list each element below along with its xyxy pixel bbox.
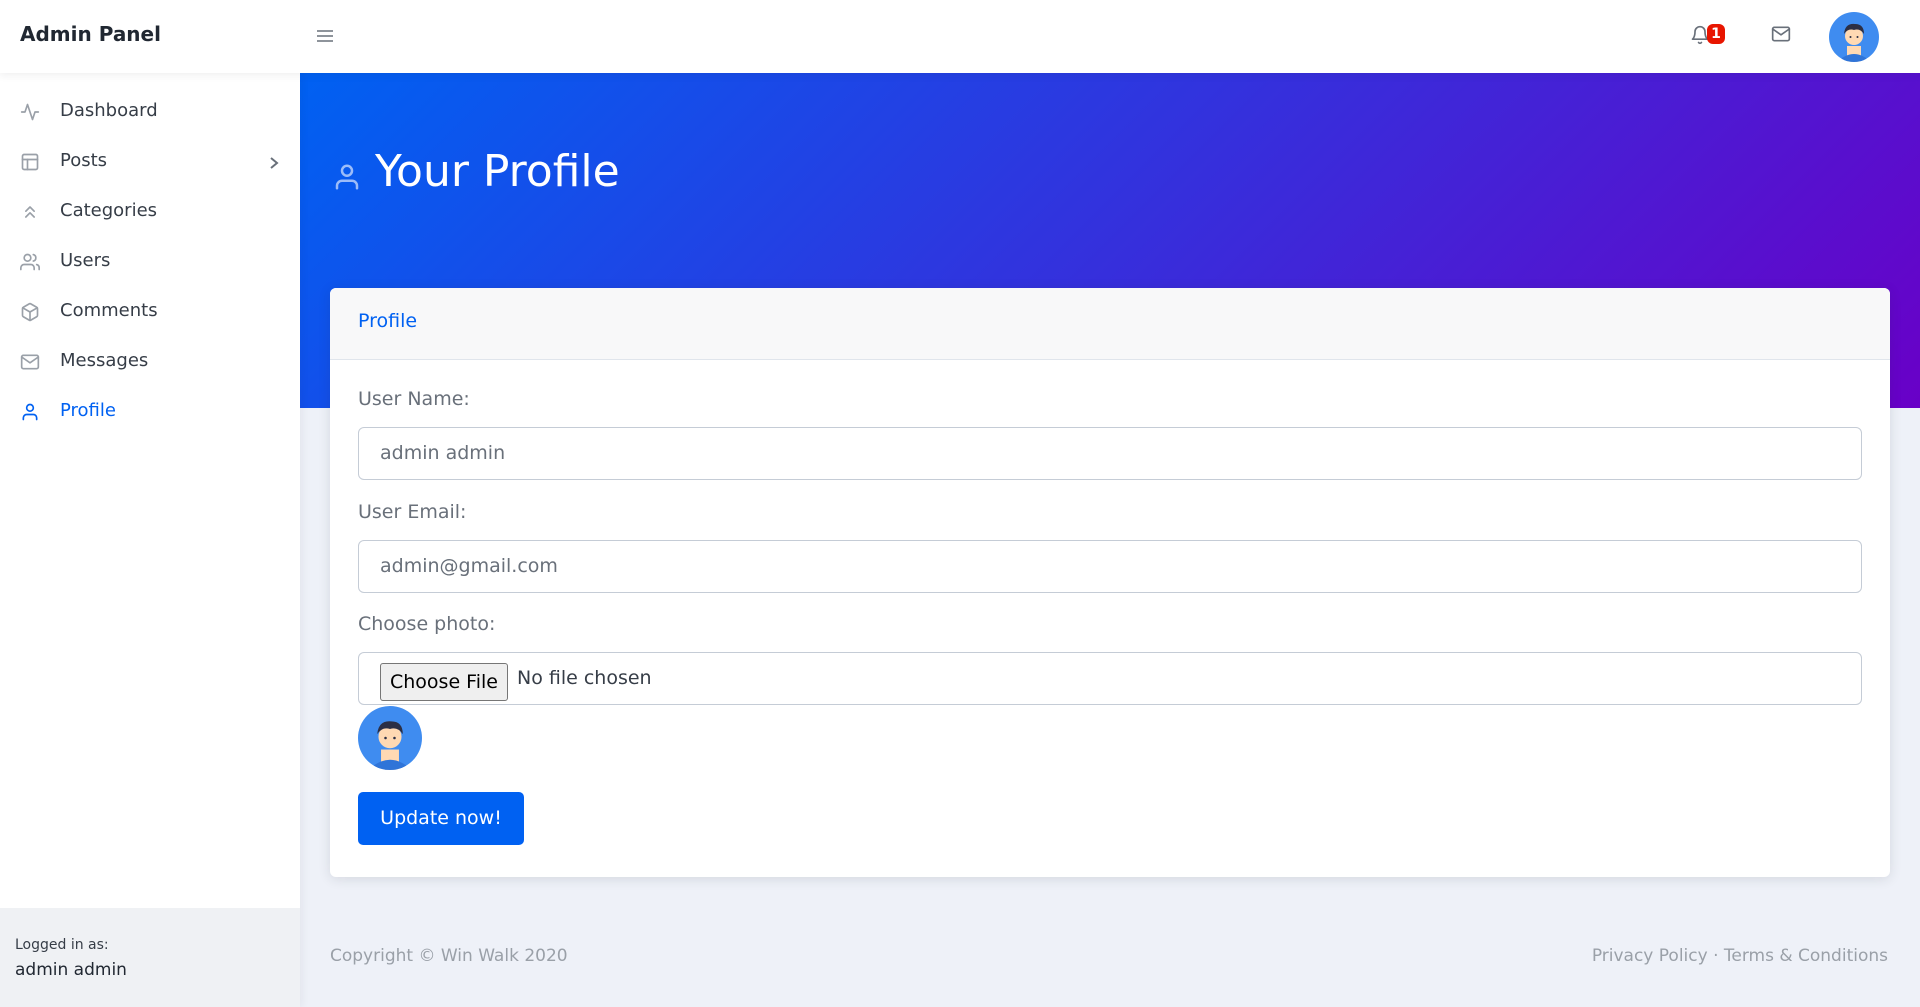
sidebar-item-label: Messages <box>60 350 149 371</box>
sidebar-item-label: Comments <box>60 300 158 321</box>
file-status: No file chosen <box>517 667 652 689</box>
logged-in-user: admin admin <box>15 960 127 980</box>
user-avatar[interactable] <box>1829 12 1879 62</box>
photo-file-input[interactable]: Choose File No file chosen <box>358 652 1862 705</box>
users-icon <box>20 252 41 272</box>
sidebar-item-posts[interactable]: Posts <box>0 141 300 181</box>
sidebar: Dashboard Posts Categories Users Comment… <box>0 73 300 1007</box>
copyright: Copyright © Win Walk 2020 <box>330 946 568 966</box>
page-title: Your Profile <box>375 146 620 197</box>
sidebar-item-comments[interactable]: Comments <box>0 291 300 331</box>
mail-icon[interactable] <box>1771 24 1791 48</box>
sidebar-item-categories[interactable]: Categories <box>0 191 300 231</box>
profile-card: Profile User Name: admin admin User Emai… <box>330 288 1890 877</box>
package-icon <box>20 302 40 322</box>
logged-in-label: Logged in as: <box>15 937 109 953</box>
sidebar-item-messages[interactable]: Messages <box>0 341 300 381</box>
sidebar-item-label: Dashboard <box>60 100 158 121</box>
card-title: Profile <box>358 310 418 332</box>
sidebar-item-label: Users <box>60 250 111 271</box>
sidebar-item-users[interactable]: Users <box>0 241 300 281</box>
sidebar-footer: Logged in as: admin admin <box>0 908 300 1007</box>
terms-link[interactable]: Terms & Conditions <box>1724 946 1888 966</box>
email-label: User Email: <box>358 501 467 523</box>
footer-links: Privacy Policy · Terms & Conditions <box>1592 946 1888 966</box>
choose-file-button[interactable]: Choose File <box>380 663 508 701</box>
update-button[interactable]: Update now! <box>358 792 524 845</box>
user-icon <box>332 160 362 198</box>
profile-photo <box>358 706 422 770</box>
top-navbar: Admin Panel 1 <box>0 0 1920 73</box>
sidebar-item-label: Categories <box>60 200 158 221</box>
mail-icon <box>20 352 40 372</box>
layout-icon <box>20 152 40 172</box>
sidebar-item-dashboard[interactable]: Dashboard <box>0 91 300 131</box>
email-input[interactable]: admin@gmail.com <box>358 540 1862 593</box>
user-icon <box>20 402 40 422</box>
brand-title[interactable]: Admin Panel <box>20 22 161 46</box>
sidebar-item-label: Profile <box>60 400 116 421</box>
sidebar-item-profile[interactable]: Profile <box>0 391 300 431</box>
chevrons-up-icon <box>20 202 40 222</box>
chevron-right-icon[interactable] <box>268 154 280 175</box>
username-label: User Name: <box>358 388 470 410</box>
activity-icon <box>20 102 40 122</box>
privacy-link[interactable]: Privacy Policy <box>1592 946 1708 966</box>
footer-separator: · <box>1713 946 1719 966</box>
username-input[interactable]: admin admin <box>358 427 1862 480</box>
notification-badge: 1 <box>1707 24 1725 44</box>
menu-toggle-icon[interactable] <box>316 28 334 44</box>
photo-label: Choose photo: <box>358 613 496 635</box>
sidebar-item-label: Posts <box>60 150 108 171</box>
card-header: Profile <box>330 288 1890 360</box>
